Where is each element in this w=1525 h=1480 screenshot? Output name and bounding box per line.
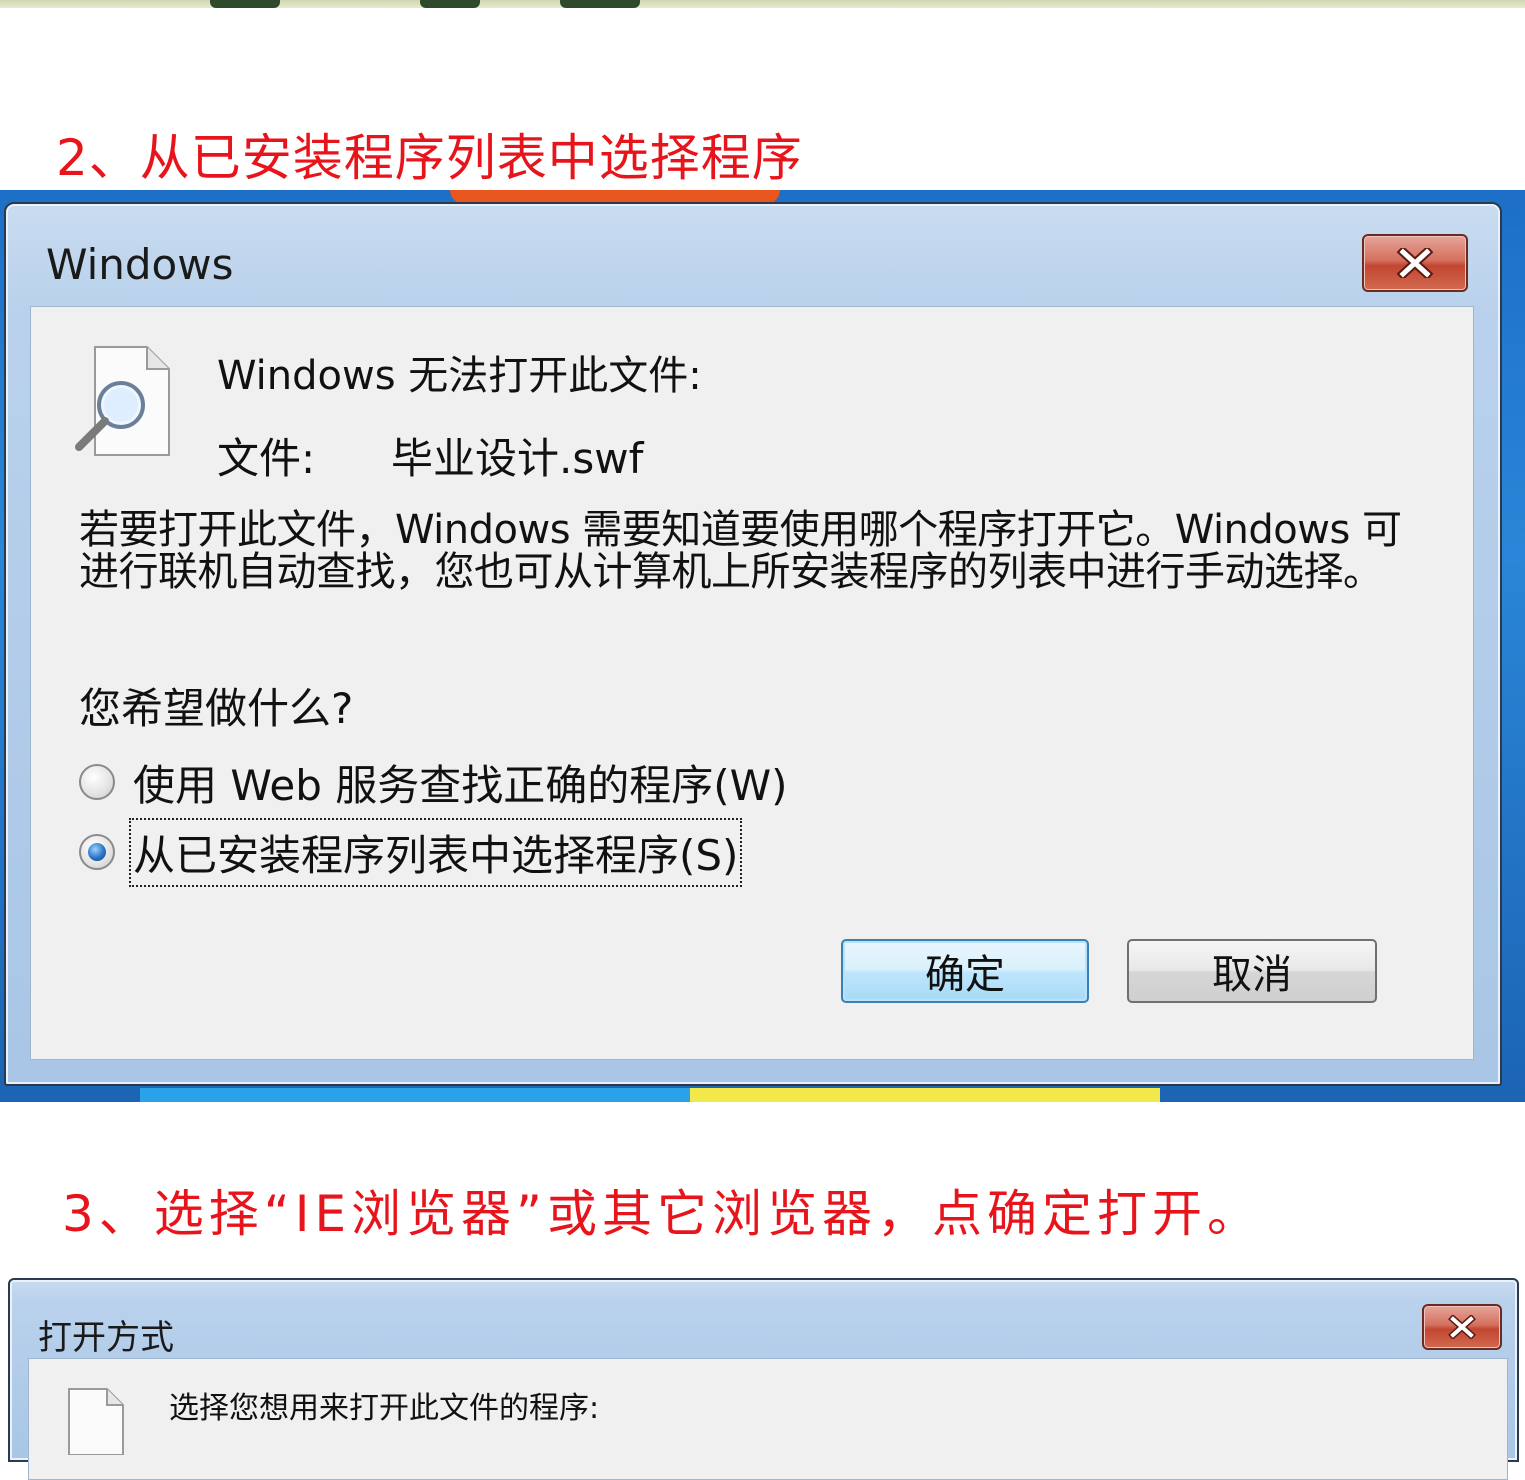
cancel-button[interactable]: 取消	[1127, 939, 1377, 1003]
web-service-radio[interactable]	[79, 764, 115, 800]
ok-button[interactable]: 确定	[841, 939, 1089, 1003]
close-button[interactable]	[1422, 1304, 1502, 1350]
windows-open-file-dialog: Windows Windows 无法打开此文件: 文件: 毕业设计.swf 若要…	[4, 202, 1502, 1086]
dialog-body: Windows 无法打开此文件: 文件: 毕业设计.swf 若要打开此文件，Wi…	[30, 306, 1474, 1060]
dialog-title: 打开方式	[38, 1318, 174, 1358]
top-image-strip	[0, 0, 1525, 8]
file-icon	[68, 1388, 124, 1455]
open-with-dialog: 打开方式 选择您想用来打开此文件的程序:	[8, 1278, 1519, 1480]
close-icon	[1448, 1315, 1476, 1339]
file-name: 毕业设计.swf	[391, 434, 644, 483]
choose-program-prompt: 选择您想用来打开此文件的程序:	[169, 1391, 600, 1426]
close-icon	[1396, 248, 1434, 278]
installed-list-option-label: 从已安装程序列表中选择程序(S)	[128, 817, 743, 887]
installed-list-option[interactable]: 从已安装程序列表中选择程序(S)	[79, 817, 743, 887]
dialog-body: 选择您想用来打开此文件的程序:	[28, 1358, 1508, 1480]
file-label: 文件:	[217, 434, 316, 483]
file-search-icon	[75, 346, 170, 456]
image-fragment	[420, 0, 480, 8]
step-2-heading: 2、从已安装程序列表中选择程序	[56, 129, 803, 187]
web-service-option-label: 使用 Web 服务查找正确的程序(W)	[133, 760, 788, 810]
step-3-heading: 3、选择“IE浏览器”或其它浏览器，点确定打开。	[62, 1185, 1262, 1243]
installed-list-radio[interactable]	[79, 834, 115, 870]
question-text: 您希望做什么?	[79, 684, 354, 733]
image-fragment	[560, 0, 640, 8]
desktop-decoration	[140, 1088, 690, 1102]
desktop-decoration	[690, 1088, 1160, 1102]
close-button[interactable]	[1362, 234, 1468, 292]
image-fragment	[210, 0, 280, 8]
cannot-open-message: Windows 无法打开此文件:	[217, 353, 702, 399]
dialog-title: Windows	[46, 240, 234, 289]
explanation-text: 若要打开此文件，Windows 需要知道要使用哪个程序打开它。Windows 可…	[79, 507, 1402, 595]
web-service-option[interactable]: 使用 Web 服务查找正确的程序(W)	[79, 755, 788, 810]
